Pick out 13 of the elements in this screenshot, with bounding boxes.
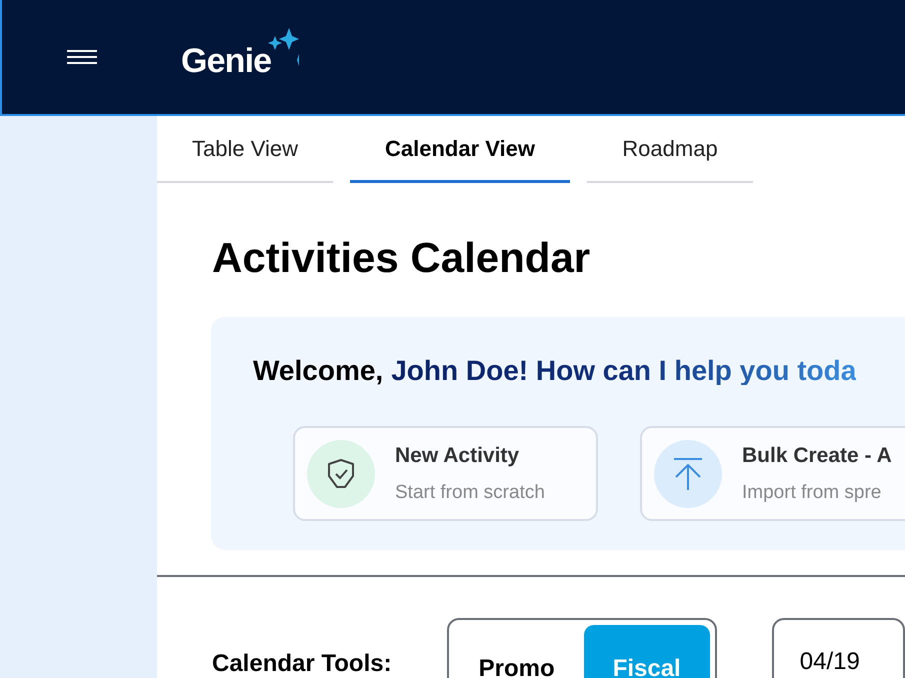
tab[interactable]: Calendar View <box>350 116 570 183</box>
help-prompt: John Doe! How can I help you toda <box>391 357 856 385</box>
menu-icon[interactable] <box>67 49 97 65</box>
action-card[interactable]: New Activity Start from scratch <box>293 426 598 521</box>
welcome-text: Welcome, <box>253 357 384 385</box>
tab[interactable]: Roadmap <box>587 116 753 183</box>
calendar-tools-label: Calendar Tools: <box>212 649 392 678</box>
page-title: Activities Calendar <box>212 237 592 279</box>
logo-text: Genie <box>181 40 272 82</box>
date-field[interactable]: 04/19 <box>772 618 905 678</box>
toggle-option[interactable]: Promo <box>454 625 580 678</box>
action-card[interactable]: Bulk Create - A Import from spre <box>640 426 905 521</box>
tab[interactable]: Table View <box>157 116 333 183</box>
